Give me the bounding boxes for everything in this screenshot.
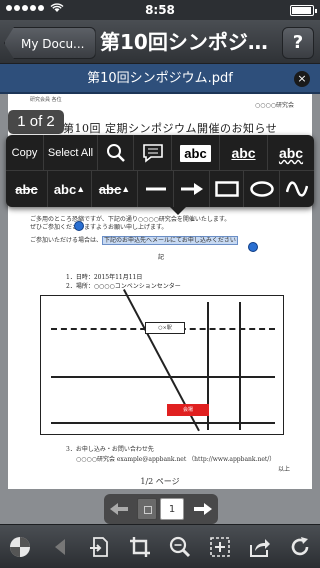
rectangle-tool-icon[interactable] bbox=[210, 171, 244, 207]
page-thumbnail[interactable] bbox=[137, 498, 157, 520]
share-icon[interactable] bbox=[240, 525, 280, 568]
line-tool-icon[interactable] bbox=[138, 171, 174, 207]
replace-text-label: abc bbox=[98, 181, 122, 197]
squiggly-abc-label: abc bbox=[278, 145, 304, 161]
doc-ki: 記 bbox=[158, 254, 165, 261]
underline-abc-button[interactable]: abc bbox=[220, 135, 268, 171]
doc-contact: ○○○○研究会 example@appbank.net （http://www.… bbox=[76, 456, 276, 463]
comment-icon[interactable] bbox=[134, 135, 172, 171]
menu-row-1: Copy Select All abc abc abc bbox=[6, 135, 314, 171]
freehand-tool-icon[interactable] bbox=[280, 171, 314, 207]
doc-heading: 第10回 定期シンポジウム開催のお知らせ bbox=[63, 122, 278, 135]
document-filename: 第10回シンポジウム.pdf bbox=[87, 71, 233, 86]
copy-button[interactable]: Copy bbox=[6, 135, 44, 171]
status-time: 8:58 bbox=[145, 3, 175, 17]
map-road-horizontal-1 bbox=[51, 376, 275, 378]
back-arrow-icon[interactable] bbox=[40, 525, 80, 568]
next-page-arrow-icon[interactable] bbox=[192, 498, 214, 520]
strikethrough-abc-button[interactable]: abc bbox=[6, 171, 48, 207]
map-road-vertical-2 bbox=[239, 302, 241, 430]
import-icon[interactable] bbox=[80, 525, 120, 568]
battery-fill bbox=[292, 7, 311, 14]
map-road-horizontal-2 bbox=[51, 422, 275, 424]
page-navigator: 1 bbox=[104, 494, 218, 524]
status-bar: 8:58 bbox=[0, 0, 320, 20]
battery-icon bbox=[290, 5, 317, 16]
select-area-icon[interactable] bbox=[200, 525, 240, 568]
map-station-label: ○×駅 bbox=[145, 322, 185, 334]
map-figure: ○×駅 会場 bbox=[40, 289, 284, 435]
doc-closing: 以上 bbox=[278, 466, 291, 473]
page-count-badge: 1 of 2 bbox=[8, 110, 64, 134]
ellipse-tool-icon[interactable] bbox=[244, 171, 280, 207]
page-number-input[interactable]: 1 bbox=[160, 498, 184, 520]
highlight-abc-label: abc bbox=[180, 144, 211, 162]
doc-item-date: 1．日時：2015年11月11日 bbox=[66, 274, 143, 281]
insert-text-label: abc bbox=[53, 181, 77, 197]
bottom-toolbar bbox=[0, 524, 320, 568]
map-venue-label: 会場 bbox=[167, 404, 209, 416]
menu-row-2: abc abc ▲ abc ▲ bbox=[6, 171, 314, 207]
navigation-bar: My Docu... 第10回シンポジウ... ? bbox=[0, 20, 320, 64]
crop-icon[interactable] bbox=[120, 525, 160, 568]
color-wheel-icon[interactable] bbox=[0, 525, 40, 568]
document-title-bar: 第10回シンポジウム.pdf × bbox=[0, 64, 320, 94]
highlight-abc-button[interactable]: abc bbox=[172, 135, 220, 171]
nav-title: 第10回シンポジウ... bbox=[100, 30, 280, 54]
replace-text-button[interactable]: abc ▲ bbox=[92, 171, 138, 207]
refresh-icon[interactable] bbox=[280, 525, 320, 568]
arrow-tool-icon[interactable] bbox=[174, 171, 210, 207]
doc-paragraph-3-prefix: ご参加いただける場合は、 bbox=[30, 237, 103, 244]
selection-end-handle[interactable] bbox=[248, 242, 258, 252]
help-button[interactable]: ? bbox=[282, 27, 314, 59]
underline-abc-label: abc bbox=[231, 145, 256, 161]
strikethrough-abc-label: abc bbox=[15, 181, 38, 197]
selected-text[interactable]: 下記のお申込先へメールにてお申し込みください bbox=[102, 236, 238, 245]
select-all-button[interactable]: Select All bbox=[44, 135, 98, 171]
doc-paragraph-2: ぜひご参加くださいますようお願い申し上げます。 bbox=[30, 224, 168, 231]
doc-item-contact-heading: 3．お申し込み・お問い合わせ先 bbox=[66, 446, 154, 453]
page-indicator: 1/2 ページ bbox=[140, 477, 180, 486]
close-icon[interactable]: × bbox=[294, 71, 310, 87]
insert-text-button[interactable]: abc ▲ bbox=[48, 171, 92, 207]
back-button[interactable]: My Docu... bbox=[4, 27, 96, 59]
doc-paragraph-3: ご参加いただける場合は、 下記のお申込先へメールにてお申し込みください bbox=[30, 235, 238, 245]
selection-start-handle[interactable] bbox=[74, 221, 84, 231]
search-icon[interactable] bbox=[98, 135, 134, 171]
zoom-icon[interactable] bbox=[160, 525, 200, 568]
previous-page-arrow-icon[interactable] bbox=[108, 498, 130, 520]
app-screen: 8:58 My Docu... 第10回シンポジウ... ? 第10回シンポジウ… bbox=[0, 0, 320, 568]
annotation-context-menu: Copy Select All abc abc abc abc abc ▲ abc… bbox=[6, 135, 314, 215]
squiggly-abc-button[interactable]: abc bbox=[268, 135, 314, 171]
doc-sender: 研究会員 各位 bbox=[30, 97, 62, 103]
doc-organization: ○○○○研究会 bbox=[255, 102, 294, 109]
